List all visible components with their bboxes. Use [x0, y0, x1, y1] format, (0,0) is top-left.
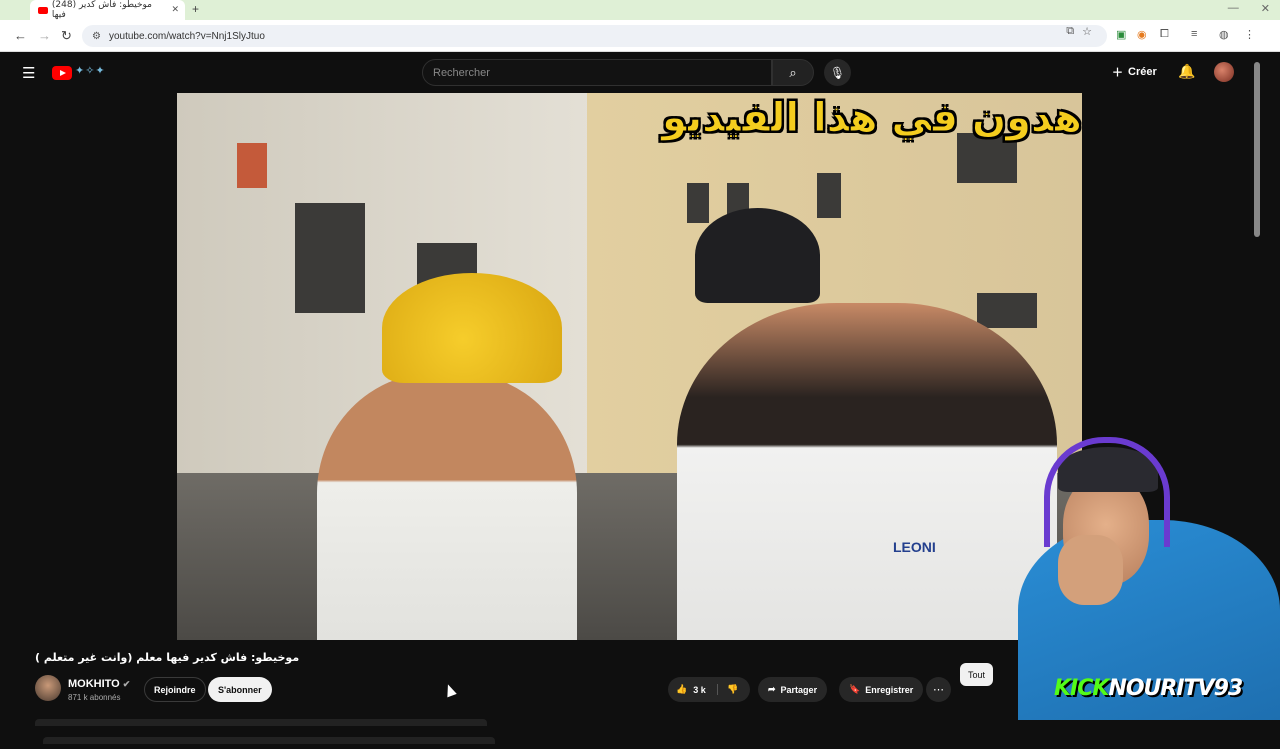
subscriber-count: 871 k abonnés — [68, 693, 121, 702]
like-button[interactable]: 👍 3 k — [668, 684, 718, 695]
description-box-edge — [35, 713, 950, 744]
like-count: 3 k — [693, 684, 706, 695]
share-label: Partager — [780, 684, 818, 695]
channel-name[interactable]: MOKHITO ✔ — [68, 678, 130, 690]
share-arrow-icon: ➦ — [768, 684, 776, 694]
save-button[interactable]: 🔖 Enregistrer — [839, 677, 924, 702]
more-actions-icon[interactable]: ⋯ — [926, 677, 951, 702]
minimize-button[interactable]: — — [1228, 2, 1239, 15]
thumbs-down-icon: 👎 — [727, 684, 739, 694]
bookmark-star-icon[interactable]: ☆ — [1082, 25, 1092, 38]
voice-search-button[interactable]: 🎙 — [824, 59, 851, 86]
hamburger-menu-icon[interactable]: ☰ — [22, 64, 35, 82]
new-tab-button[interactable]: + — [192, 2, 199, 16]
url-text: youtube.com/watch?v=Nnj1SlyJtuo — [108, 30, 265, 42]
back-arrow-icon[interactable]: ← — [14, 28, 27, 43]
tab-youtube[interactable]: (248) موخيطو: فاش كدير فيها ✕ — [30, 0, 185, 20]
share-button[interactable]: ➦ Partager — [758, 677, 828, 702]
search-input[interactable]: Rechercher — [422, 59, 772, 86]
forward-arrow-icon[interactable]: → — [38, 28, 51, 43]
subscribe-button[interactable]: S'abonner — [208, 677, 272, 702]
thumbs-up-icon: 👍 — [676, 684, 688, 694]
mouse-cursor-icon — [443, 682, 457, 698]
youtube-doodle-icon[interactable]: ✦✧✦ — [75, 64, 106, 77]
save-label: Enregistrer — [865, 684, 914, 695]
video-player[interactable]: LEONI تشاهدون في هذا الفيديو — [177, 93, 1082, 640]
create-label: Créer — [1128, 66, 1157, 78]
tab-title: (248) موخيطو: فاش كدير فيها — [51, 0, 152, 20]
kick-channel-text: NOURITV93 — [1108, 676, 1243, 701]
close-window-button[interactable]: ✕ — [1261, 2, 1270, 15]
youtube-logo-icon[interactable] — [52, 66, 72, 80]
create-button[interactable]: ＋ Créer — [1112, 64, 1157, 80]
shirt-logo: LEONI — [893, 539, 936, 555]
plus-icon: ＋ — [1112, 67, 1123, 79]
headset-icon — [1044, 437, 1170, 547]
webcam-hand — [1058, 535, 1123, 605]
black-cap — [695, 208, 820, 303]
media-controls-icon[interactable]: ≡ — [1191, 28, 1197, 40]
dislike-button[interactable]: 👎 — [718, 684, 738, 695]
like-dislike-group: 👍 3 k 👎 — [668, 677, 750, 702]
kick-watermark: KICKNOURITV93 — [1054, 676, 1243, 701]
extension-icon[interactable]: ▣ — [1116, 28, 1126, 41]
kick-logo-text: KICK — [1054, 676, 1109, 701]
channel-name-text[interactable]: MOKHITO — [68, 678, 120, 690]
site-info-icon[interactable]: ⚙ — [92, 31, 101, 42]
description-card-right — [43, 737, 495, 744]
omnibox-actions: ⧉ ☆ — [1066, 25, 1092, 38]
join-button[interactable]: Rejoindre — [144, 677, 206, 702]
channel-avatar[interactable] — [35, 675, 61, 701]
notifications-bell-icon[interactable]: 🔔 — [1178, 63, 1195, 80]
window-controls: — ✕ — [1228, 2, 1270, 15]
youtube-favicon-icon — [38, 6, 48, 14]
search-icon: ⌕ — [789, 64, 797, 80]
search-placeholder: Rechercher — [433, 66, 490, 79]
browser-menu-icon[interactable]: ⋮ — [1244, 28, 1255, 41]
search-button[interactable]: ⌕ — [772, 59, 814, 86]
microphone-icon: 🎙 — [829, 65, 846, 80]
bookmark-icon: 🔖 — [849, 684, 861, 694]
browser-tabstrip: (248) موخيطو: فاش كدير فيها ✕ + — ✕ — [0, 0, 1280, 20]
browser-toolbar: ← → ↻ ⚙ youtube.com/watch?v=Nnj1SlyJtuo … — [0, 20, 1280, 52]
extension-orange-icon[interactable]: ◉ — [1137, 28, 1147, 41]
extensions-puzzle-icon[interactable]: ⧠ — [1160, 28, 1169, 41]
address-bar[interactable]: ⚙ youtube.com/watch?v=Nnj1SlyJtuo — [82, 25, 1107, 47]
description-card-left — [35, 719, 487, 726]
verified-badge-icon: ✔ — [122, 679, 131, 689]
youtube-header: ☰ ✦✧✦ Rechercher ⌕ 🎙 ＋ Créer 🔔 — [0, 52, 1280, 92]
account-avatar[interactable] — [1214, 62, 1234, 82]
page-scrollbar[interactable] — [1254, 62, 1260, 237]
video-title: موخيطو: فاش كدير فيها معلم (وانت غير متع… — [35, 651, 300, 664]
video-person-helmet — [317, 373, 577, 640]
tab-close-icon[interactable]: ✕ — [171, 5, 179, 15]
install-app-icon[interactable]: ⧉ — [1066, 25, 1074, 38]
video-caption-overlay: تشاهدون في هذا الفيديو — [662, 95, 1082, 142]
profile-icon[interactable]: ◍ — [1219, 28, 1229, 41]
reload-icon[interactable]: ↻ — [61, 28, 72, 44]
yellow-hardhat — [382, 273, 562, 383]
chip-all[interactable]: Tout — [960, 663, 994, 686]
